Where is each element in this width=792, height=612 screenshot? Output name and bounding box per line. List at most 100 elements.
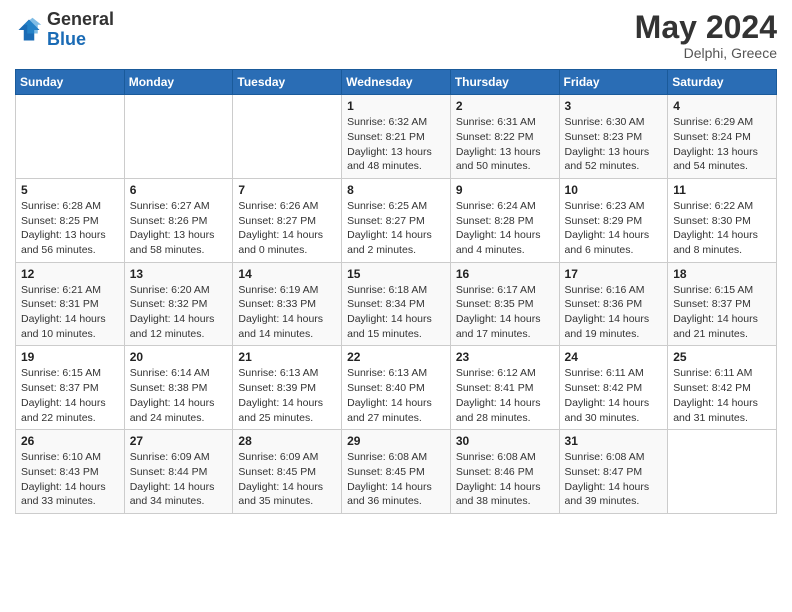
sunrise-text: Sunrise: 6:11 AM (565, 367, 644, 379)
cell-sun-info: Sunrise: 6:31 AM Sunset: 8:22 PM Dayligh… (456, 115, 554, 174)
cell-sun-info: Sunrise: 6:30 AM Sunset: 8:23 PM Dayligh… (565, 115, 663, 174)
calendar-cell: 18 Sunrise: 6:15 AM Sunset: 8:37 PM Dayl… (668, 262, 777, 346)
calendar-cell: 11 Sunrise: 6:22 AM Sunset: 8:30 PM Dayl… (668, 178, 777, 262)
daylight-text: Daylight: 14 hours and 25 minutes. (238, 397, 323, 424)
sunrise-text: Sunrise: 6:19 AM (238, 284, 318, 296)
daylight-text: Daylight: 13 hours and 52 minutes. (565, 146, 650, 173)
calendar-cell: 30 Sunrise: 6:08 AM Sunset: 8:46 PM Dayl… (450, 430, 559, 514)
calendar-cell: 22 Sunrise: 6:13 AM Sunset: 8:40 PM Dayl… (342, 346, 451, 430)
sunset-text: Sunset: 8:37 PM (21, 382, 99, 394)
cell-date-number: 15 (347, 267, 445, 281)
calendar-cell: 1 Sunrise: 6:32 AM Sunset: 8:21 PM Dayli… (342, 95, 451, 179)
sunset-text: Sunset: 8:28 PM (456, 215, 534, 227)
sunrise-text: Sunrise: 6:24 AM (456, 200, 536, 212)
sunrise-text: Sunrise: 6:32 AM (347, 116, 427, 128)
sunset-text: Sunset: 8:27 PM (238, 215, 316, 227)
sunset-text: Sunset: 8:22 PM (456, 131, 534, 143)
cell-sun-info: Sunrise: 6:09 AM Sunset: 8:45 PM Dayligh… (238, 450, 336, 509)
daylight-text: Daylight: 14 hours and 2 minutes. (347, 229, 432, 256)
calendar-day-header: Monday (124, 70, 233, 95)
cell-date-number: 14 (238, 267, 336, 281)
calendar-header-row: SundayMondayTuesdayWednesdayThursdayFrid… (16, 70, 777, 95)
cell-sun-info: Sunrise: 6:18 AM Sunset: 8:34 PM Dayligh… (347, 283, 445, 342)
cell-date-number: 12 (21, 267, 119, 281)
calendar-cell: 29 Sunrise: 6:08 AM Sunset: 8:45 PM Dayl… (342, 430, 451, 514)
calendar-day-header: Friday (559, 70, 668, 95)
cell-sun-info: Sunrise: 6:21 AM Sunset: 8:31 PM Dayligh… (21, 283, 119, 342)
sunrise-text: Sunrise: 6:15 AM (21, 367, 101, 379)
logo-text: General Blue (47, 10, 114, 50)
daylight-text: Daylight: 14 hours and 17 minutes. (456, 313, 541, 340)
daylight-text: Daylight: 14 hours and 38 minutes. (456, 481, 541, 508)
daylight-text: Daylight: 14 hours and 15 minutes. (347, 313, 432, 340)
calendar-cell: 8 Sunrise: 6:25 AM Sunset: 8:27 PM Dayli… (342, 178, 451, 262)
cell-date-number: 28 (238, 434, 336, 448)
sunset-text: Sunset: 8:44 PM (130, 466, 208, 478)
cell-date-number: 8 (347, 183, 445, 197)
cell-sun-info: Sunrise: 6:10 AM Sunset: 8:43 PM Dayligh… (21, 450, 119, 509)
cell-sun-info: Sunrise: 6:08 AM Sunset: 8:47 PM Dayligh… (565, 450, 663, 509)
sunset-text: Sunset: 8:23 PM (565, 131, 643, 143)
calendar-cell: 31 Sunrise: 6:08 AM Sunset: 8:47 PM Dayl… (559, 430, 668, 514)
calendar-cell: 5 Sunrise: 6:28 AM Sunset: 8:25 PM Dayli… (16, 178, 125, 262)
sunset-text: Sunset: 8:31 PM (21, 298, 99, 310)
cell-sun-info: Sunrise: 6:15 AM Sunset: 8:37 PM Dayligh… (673, 283, 771, 342)
daylight-text: Daylight: 14 hours and 35 minutes. (238, 481, 323, 508)
sunrise-text: Sunrise: 6:28 AM (21, 200, 101, 212)
sunrise-text: Sunrise: 6:08 AM (565, 451, 645, 463)
sunrise-text: Sunrise: 6:09 AM (130, 451, 210, 463)
daylight-text: Daylight: 14 hours and 39 minutes. (565, 481, 650, 508)
calendar-cell (668, 430, 777, 514)
cell-sun-info: Sunrise: 6:15 AM Sunset: 8:37 PM Dayligh… (21, 366, 119, 425)
sunset-text: Sunset: 8:24 PM (673, 131, 751, 143)
calendar-day-header: Tuesday (233, 70, 342, 95)
logo: General Blue (15, 10, 114, 50)
calendar-week-row: 26 Sunrise: 6:10 AM Sunset: 8:43 PM Dayl… (16, 430, 777, 514)
daylight-text: Daylight: 14 hours and 12 minutes. (130, 313, 215, 340)
sunset-text: Sunset: 8:27 PM (347, 215, 425, 227)
daylight-text: Daylight: 14 hours and 24 minutes. (130, 397, 215, 424)
calendar-cell: 21 Sunrise: 6:13 AM Sunset: 8:39 PM Dayl… (233, 346, 342, 430)
calendar-day-header: Wednesday (342, 70, 451, 95)
calendar-cell: 6 Sunrise: 6:27 AM Sunset: 8:26 PM Dayli… (124, 178, 233, 262)
sunrise-text: Sunrise: 6:27 AM (130, 200, 210, 212)
sunset-text: Sunset: 8:47 PM (565, 466, 643, 478)
cell-sun-info: Sunrise: 6:11 AM Sunset: 8:42 PM Dayligh… (565, 366, 663, 425)
calendar-table: SundayMondayTuesdayWednesdayThursdayFrid… (15, 69, 777, 514)
calendar-cell: 16 Sunrise: 6:17 AM Sunset: 8:35 PM Dayl… (450, 262, 559, 346)
cell-date-number: 25 (673, 350, 771, 364)
cell-date-number: 17 (565, 267, 663, 281)
sunset-text: Sunset: 8:38 PM (130, 382, 208, 394)
sunrise-text: Sunrise: 6:09 AM (238, 451, 318, 463)
sunrise-text: Sunrise: 6:18 AM (347, 284, 427, 296)
calendar-day-header: Sunday (16, 70, 125, 95)
calendar-cell: 2 Sunrise: 6:31 AM Sunset: 8:22 PM Dayli… (450, 95, 559, 179)
cell-sun-info: Sunrise: 6:29 AM Sunset: 8:24 PM Dayligh… (673, 115, 771, 174)
cell-date-number: 24 (565, 350, 663, 364)
cell-date-number: 6 (130, 183, 228, 197)
sunrise-text: Sunrise: 6:29 AM (673, 116, 753, 128)
daylight-text: Daylight: 14 hours and 36 minutes. (347, 481, 432, 508)
page: General Blue May 2024 Delphi, Greece Sun… (0, 0, 792, 612)
sunset-text: Sunset: 8:42 PM (565, 382, 643, 394)
calendar-cell: 24 Sunrise: 6:11 AM Sunset: 8:42 PM Dayl… (559, 346, 668, 430)
sunrise-text: Sunrise: 6:31 AM (456, 116, 536, 128)
cell-sun-info: Sunrise: 6:25 AM Sunset: 8:27 PM Dayligh… (347, 199, 445, 258)
cell-sun-info: Sunrise: 6:16 AM Sunset: 8:36 PM Dayligh… (565, 283, 663, 342)
cell-sun-info: Sunrise: 6:17 AM Sunset: 8:35 PM Dayligh… (456, 283, 554, 342)
daylight-text: Daylight: 14 hours and 4 minutes. (456, 229, 541, 256)
cell-date-number: 30 (456, 434, 554, 448)
calendar-cell: 15 Sunrise: 6:18 AM Sunset: 8:34 PM Dayl… (342, 262, 451, 346)
cell-sun-info: Sunrise: 6:22 AM Sunset: 8:30 PM Dayligh… (673, 199, 771, 258)
daylight-text: Daylight: 14 hours and 8 minutes. (673, 229, 758, 256)
sunrise-text: Sunrise: 6:14 AM (130, 367, 210, 379)
cell-sun-info: Sunrise: 6:11 AM Sunset: 8:42 PM Dayligh… (673, 366, 771, 425)
cell-date-number: 4 (673, 99, 771, 113)
daylight-text: Daylight: 14 hours and 28 minutes. (456, 397, 541, 424)
sunrise-text: Sunrise: 6:10 AM (21, 451, 101, 463)
cell-date-number: 21 (238, 350, 336, 364)
cell-date-number: 31 (565, 434, 663, 448)
cell-sun-info: Sunrise: 6:14 AM Sunset: 8:38 PM Dayligh… (130, 366, 228, 425)
calendar-cell: 19 Sunrise: 6:15 AM Sunset: 8:37 PM Dayl… (16, 346, 125, 430)
calendar-cell: 27 Sunrise: 6:09 AM Sunset: 8:44 PM Dayl… (124, 430, 233, 514)
